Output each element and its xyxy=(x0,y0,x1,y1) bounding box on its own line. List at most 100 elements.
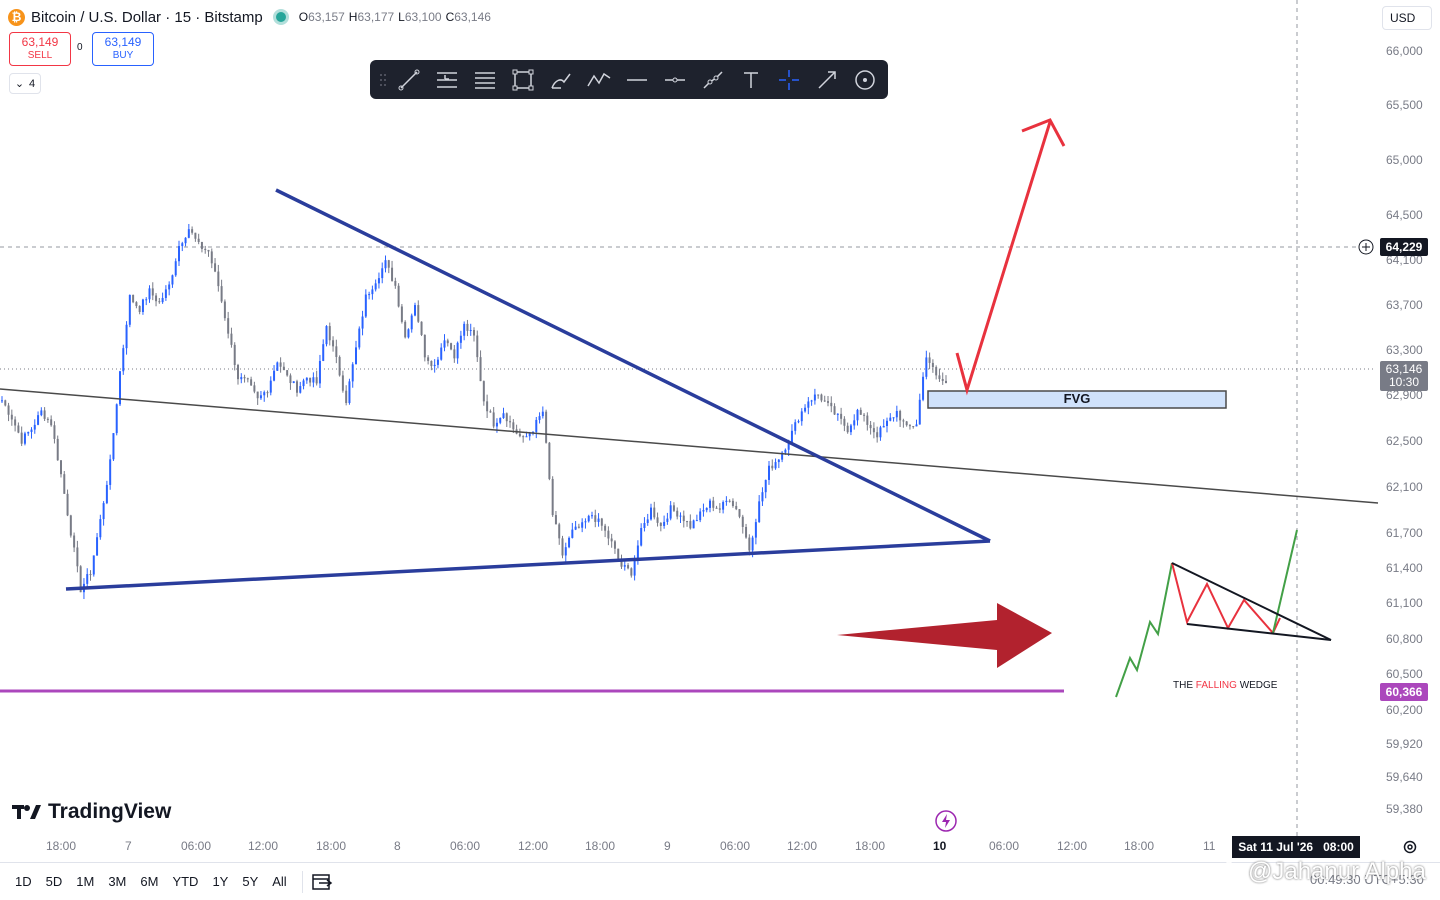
polyline-icon[interactable] xyxy=(694,60,732,99)
range-1m[interactable]: 1M xyxy=(69,874,101,889)
candle-body xyxy=(263,392,266,396)
horizontal-ray-icon[interactable] xyxy=(656,60,694,99)
price-tick-label: 65,000 xyxy=(1386,153,1423,167)
candle-body xyxy=(581,522,584,528)
candle-body xyxy=(843,418,846,426)
candle-body xyxy=(584,521,587,523)
candle-body xyxy=(259,395,262,399)
candle-body xyxy=(659,522,662,526)
candle-body xyxy=(407,329,410,338)
settings-gear-icon[interactable] xyxy=(1401,838,1419,856)
candle-body xyxy=(741,516,744,527)
candle-body xyxy=(184,237,187,244)
candle-body xyxy=(591,515,593,517)
candle-body xyxy=(296,381,298,393)
range-all[interactable]: All xyxy=(265,874,293,889)
buy-button[interactable]: 63,149 BUY xyxy=(92,32,154,66)
candle-body xyxy=(204,248,207,250)
symbol-header[interactable]: ₿ Bitcoin / U.S. Dollar · 15 · Bitstamp … xyxy=(8,6,491,28)
arrow-icon[interactable] xyxy=(808,60,846,99)
horizontal-line-icon[interactable] xyxy=(618,60,656,99)
add-alert-icon[interactable] xyxy=(1358,239,1374,255)
range-5d[interactable]: 5D xyxy=(39,874,70,889)
candle-body xyxy=(194,232,197,239)
candle-body xyxy=(705,507,708,511)
range-3m[interactable]: 3M xyxy=(101,874,133,889)
candle-body xyxy=(30,429,33,432)
candle-body xyxy=(810,400,813,402)
candle-body xyxy=(60,460,62,475)
price-tick-label: 63,700 xyxy=(1386,298,1423,312)
currency-selector[interactable]: USD xyxy=(1382,6,1432,30)
fib-levels-icon[interactable] xyxy=(466,60,504,99)
price-tick-label: 59,380 xyxy=(1386,802,1423,816)
rectangle-icon[interactable] xyxy=(504,60,542,99)
candle-body xyxy=(813,394,816,401)
range-1d[interactable]: 1D xyxy=(8,874,39,889)
big-red-arrow xyxy=(837,603,1052,668)
candle-body xyxy=(561,538,564,556)
time-tick-label: 8 xyxy=(394,839,401,853)
candle-body xyxy=(699,511,702,521)
range-6m[interactable]: 6M xyxy=(133,874,165,889)
candle-body xyxy=(623,565,626,567)
crosshair-icon[interactable] xyxy=(770,60,808,99)
wedge-lower-line xyxy=(1186,623,1332,641)
text-icon[interactable] xyxy=(732,60,770,99)
candle-body xyxy=(528,433,531,437)
candle-body xyxy=(718,508,721,510)
long-position-icon[interactable] xyxy=(428,60,466,99)
chart-canvas[interactable] xyxy=(0,0,1440,900)
lightning-icon[interactable] xyxy=(935,810,957,832)
price-tick-label: 60,800 xyxy=(1386,632,1423,646)
time-tick-label: 06:00 xyxy=(450,839,481,853)
circle-icon[interactable] xyxy=(846,60,884,99)
candle-body xyxy=(322,344,325,361)
tradingview-logo-icon xyxy=(12,805,41,819)
sell-button[interactable]: 63,149 SELL xyxy=(9,32,71,66)
time-tick-label: 18:00 xyxy=(1124,839,1155,853)
candle-body xyxy=(469,329,472,331)
candle-body xyxy=(273,370,276,381)
range-ytd[interactable]: YTD xyxy=(165,874,205,889)
candle-body xyxy=(653,507,656,518)
candle-body xyxy=(23,433,26,444)
candle-body xyxy=(371,289,374,295)
symbol-title[interactable]: Bitcoin / U.S. Dollar · 15 · Bitstamp xyxy=(31,9,263,26)
candle-body xyxy=(187,229,190,238)
go-to-date-icon[interactable] xyxy=(311,872,333,892)
candle-body xyxy=(463,323,466,336)
crosshair-date: Sat 11 Jul '26 xyxy=(1238,840,1314,854)
candle-body xyxy=(256,391,259,399)
tradingview-logo[interactable]: TradingView xyxy=(12,800,171,824)
wedge-upper-line xyxy=(1171,562,1332,641)
range-5y[interactable]: 5Y xyxy=(235,874,265,889)
price-tick-label: 62,100 xyxy=(1386,480,1423,494)
candle-body xyxy=(728,500,731,502)
candle-body xyxy=(148,288,151,300)
indicators-toggle[interactable]: ⌄ 4 xyxy=(9,73,41,94)
drag-handle-icon[interactable] xyxy=(376,60,390,99)
candle-body xyxy=(938,375,941,380)
candle-body xyxy=(450,343,453,350)
brush-icon[interactable] xyxy=(542,60,580,99)
tradingview-chart-screen: ₿ Bitcoin / U.S. Dollar · 15 · Bitstamp … xyxy=(0,0,1440,900)
market-status-icon[interactable] xyxy=(272,9,289,25)
candle-body xyxy=(266,392,269,394)
candle-body xyxy=(804,407,807,412)
range-1y[interactable]: 1Y xyxy=(205,874,235,889)
candle-body xyxy=(945,380,947,384)
candle-body xyxy=(922,376,925,400)
candle-body xyxy=(128,294,131,325)
candle-body xyxy=(800,411,803,422)
candle-body xyxy=(279,362,282,367)
candle-body xyxy=(387,260,390,268)
candle-body xyxy=(676,510,679,517)
candle-body xyxy=(53,425,56,439)
candle-body xyxy=(551,478,554,516)
candle-body xyxy=(482,381,485,402)
trend-line-icon[interactable] xyxy=(390,60,428,99)
candle-body xyxy=(20,432,23,444)
candle-body xyxy=(250,379,253,386)
path-icon[interactable] xyxy=(580,60,618,99)
